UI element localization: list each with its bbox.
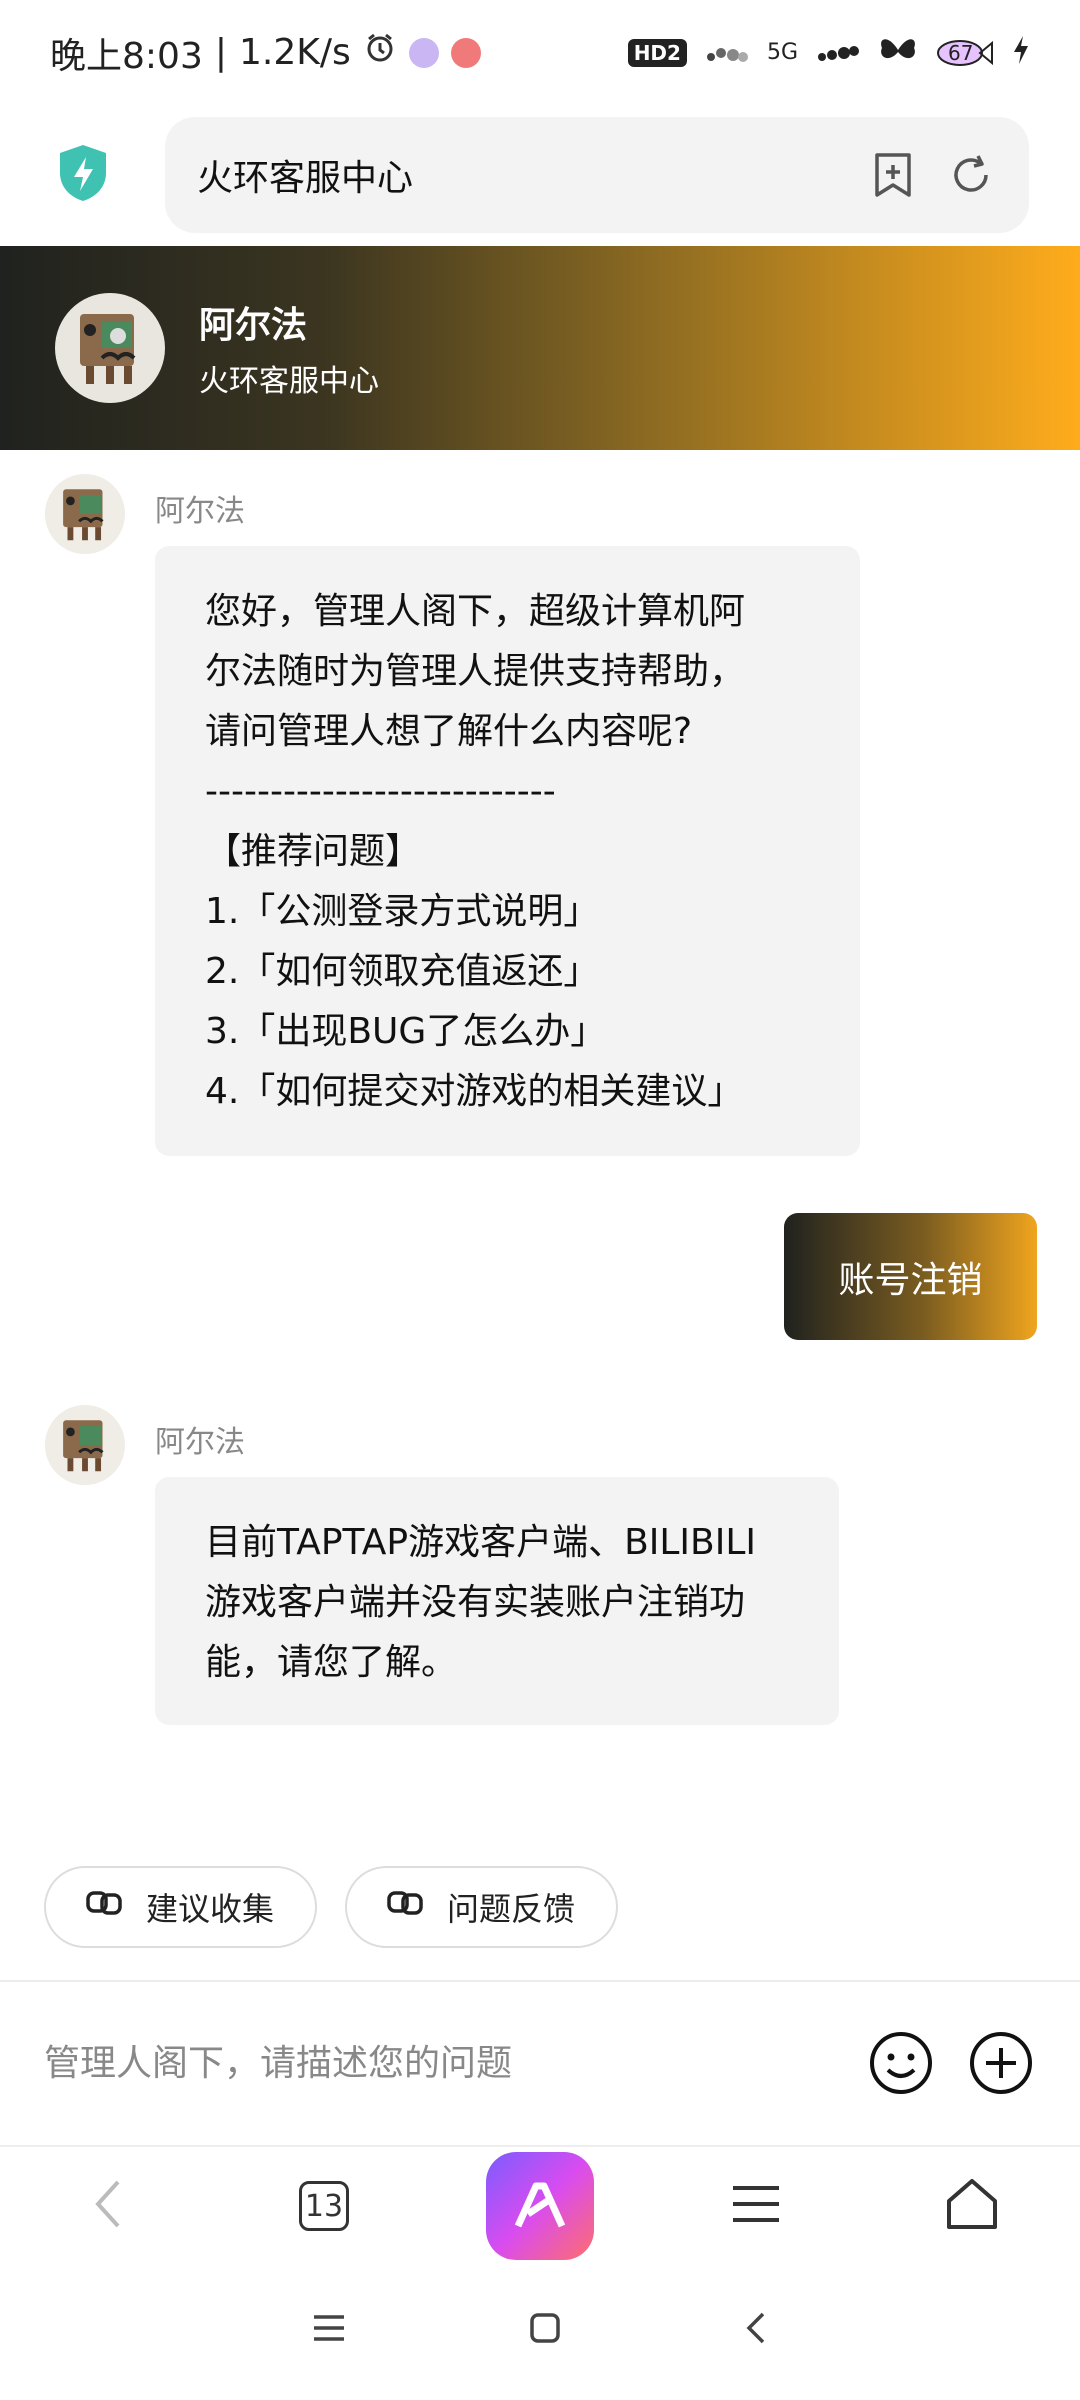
tab-count: 13	[299, 2181, 349, 2231]
link-icon	[385, 1883, 425, 1931]
browser-toolbar: 13	[0, 2145, 1080, 2265]
status-time: 晚上8:03	[50, 35, 203, 77]
notification-message-icon	[450, 37, 481, 68]
system-home-icon[interactable]	[529, 2312, 561, 2348]
recommended-question[interactable]: 1.「公测登录方式说明」	[205, 882, 810, 942]
quick-actions: 建议收集 问题反馈	[44, 1866, 618, 1948]
reload-icon[interactable]	[945, 149, 997, 201]
home-button[interactable]	[917, 2151, 1027, 2261]
sender-name: 阿尔法	[155, 1425, 245, 1460]
recommended-question[interactable]: 4.「如何提交对游戏的相关建议」	[205, 1062, 810, 1122]
emoji-icon[interactable]	[866, 2028, 936, 2098]
status-separator: |	[214, 32, 227, 73]
browser-address-row: 火环客服中心	[0, 105, 1080, 245]
butterfly-icon	[878, 34, 918, 72]
user-message-bubble: 账号注销	[784, 1213, 1037, 1340]
message-bubble: 目前TAPTAP游戏客户端、BILIBILI 游戏客户端并没有实装账户注销功 能…	[155, 1477, 839, 1725]
bot-subtitle: 火环客服中心	[199, 364, 379, 399]
address-bar[interactable]: 火环客服中心	[165, 117, 1029, 233]
recommended-question[interactable]: 2.「如何领取充值返还」	[205, 942, 810, 1002]
battery-level: 67	[948, 40, 974, 65]
message-line: 能，请您了解。	[205, 1642, 458, 1683]
banner-text: 阿尔法 火环客服中心	[199, 296, 379, 400]
bot-avatar-small	[45, 474, 125, 554]
message-input-bar	[0, 1980, 1080, 2144]
link-icon	[84, 1883, 124, 1931]
message-divider: ---------------------------	[205, 771, 556, 812]
browser-logo-icon	[486, 2152, 594, 2260]
system-nav-bar	[0, 2280, 1080, 2380]
hd-badge: HD2	[627, 38, 687, 67]
notification-app-icon	[408, 37, 439, 68]
status-left: 晚上8:03 | 1.2K/s	[50, 27, 481, 79]
menu-button[interactable]	[701, 2151, 811, 2261]
add-attachment-icon[interactable]	[966, 2028, 1036, 2098]
message-line: 目前TAPTAP游戏客户端、BILIBILI	[205, 1522, 757, 1563]
signal-2-icon	[816, 35, 860, 71]
message-bubble: 您好，管理人阁下，超级计算机阿 尔法随时为管理人提供支持帮助， 请问管理人想了解…	[155, 546, 860, 1156]
page-title: 火环客服中心	[197, 158, 414, 199]
chip-label: 建议收集	[146, 1890, 275, 1928]
tabs-button[interactable]: 13	[269, 2151, 379, 2261]
bot-avatar	[55, 293, 165, 403]
recommended-heading: 【推荐问题】	[205, 831, 422, 872]
message-line: 尔法随时为管理人提供支持帮助，	[205, 651, 746, 692]
chat-area: 阿尔法 您好，管理人阁下，超级计算机阿 尔法随时为管理人提供支持帮助， 请问管理…	[0, 450, 1080, 1830]
shield-bolt-icon	[56, 143, 110, 207]
signal-icon	[705, 35, 749, 71]
page: 晚上8:03 | 1.2K/s HD2 5G 67 火环客服中心 阿尔法 火环客…	[0, 0, 1080, 2400]
message-line: 请问管理人想了解什么内容呢?	[205, 711, 693, 752]
recent-apps-icon[interactable]	[312, 2313, 346, 2347]
back-button[interactable]	[53, 2151, 163, 2261]
chip-label: 问题反馈	[447, 1890, 576, 1928]
back-arrow-icon	[88, 2174, 128, 2238]
status-right: HD2 5G 67	[627, 34, 1030, 72]
charging-icon	[1012, 34, 1030, 72]
status-speed: 1.2K/s	[238, 32, 351, 73]
network-type: 5G	[766, 40, 798, 65]
browser-home-app-button[interactable]	[485, 2151, 595, 2261]
message-line: 您好，管理人阁下，超级计算机阿	[205, 591, 746, 632]
alarm-icon	[363, 31, 397, 74]
bot-message: 阿尔法 目前TAPTAP游戏客户端、BILIBILI 游戏客户端并没有实装账户注…	[45, 1405, 945, 1735]
system-back-icon[interactable]	[744, 2310, 768, 2350]
chat-header-banner: 阿尔法 火环客服中心	[0, 246, 1080, 450]
recommended-question[interactable]: 3.「出现BUG了怎么办」	[205, 1002, 810, 1062]
menu-icon	[731, 2182, 781, 2230]
add-bookmark-icon[interactable]	[867, 149, 919, 201]
suggestion-collect-chip[interactable]: 建议收集	[44, 1866, 317, 1948]
bot-avatar-small	[45, 1405, 125, 1485]
message-input[interactable]	[44, 2042, 836, 2084]
security-shield-button[interactable]	[0, 143, 165, 207]
bot-message: 阿尔法 您好，管理人阁下，超级计算机阿 尔法随时为管理人提供支持帮助， 请问管理…	[45, 474, 945, 1174]
home-icon	[945, 2177, 999, 2235]
battery-icon: 67	[936, 37, 994, 69]
status-bar: 晚上8:03 | 1.2K/s HD2 5G 67	[0, 0, 1080, 105]
message-line: 游戏客户端并没有实装账户注销功	[205, 1582, 746, 1623]
sender-name: 阿尔法	[155, 494, 245, 529]
feedback-chip[interactable]: 问题反馈	[345, 1866, 618, 1948]
bot-name: 阿尔法	[199, 305, 308, 346]
